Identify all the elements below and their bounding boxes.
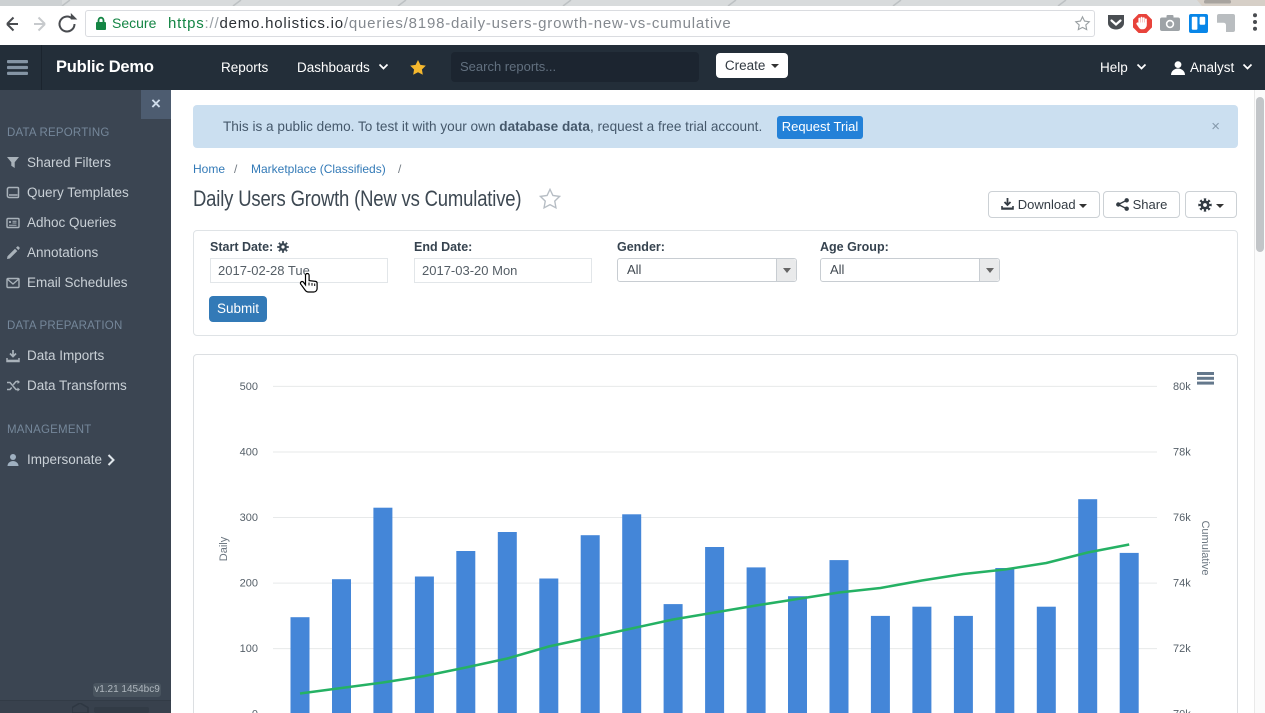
svg-text:500: 500 — [240, 381, 258, 393]
svg-text:400: 400 — [240, 447, 258, 459]
svg-text:70k: 70k — [1173, 709, 1191, 713]
svg-text:78k: 78k — [1173, 447, 1191, 459]
svg-text:74k: 74k — [1173, 578, 1191, 590]
svg-text:200: 200 — [240, 578, 258, 590]
svg-text:100: 100 — [240, 643, 258, 655]
svg-text:72k: 72k — [1173, 643, 1191, 655]
svg-text:80k: 80k — [1173, 381, 1191, 393]
svg-text:Daily: Daily — [218, 536, 230, 561]
svg-text:0: 0 — [252, 709, 258, 713]
svg-text:76k: 76k — [1173, 512, 1191, 524]
svg-text:Cumulative: Cumulative — [1199, 520, 1211, 575]
svg-text:300: 300 — [240, 512, 258, 524]
